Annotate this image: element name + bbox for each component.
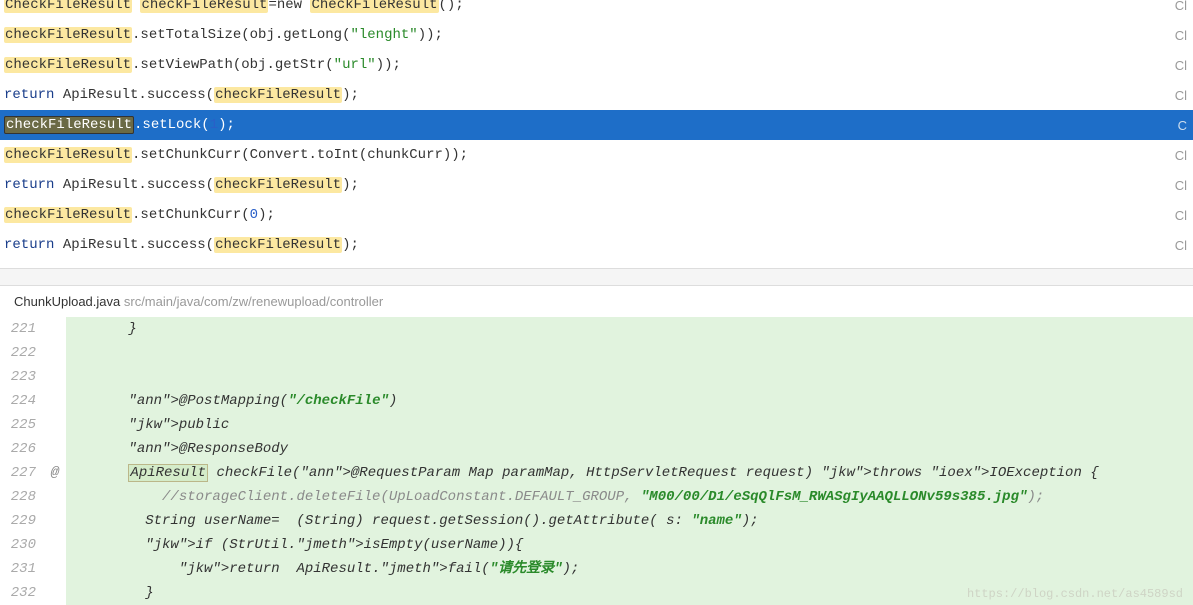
file-path: src/main/java/com/zw/renewupload/control… [124, 294, 383, 309]
code-line[interactable]: String userName= (String) request.getSes… [66, 509, 1193, 533]
line-gutter: 221222223224225226227228229230231232 [0, 317, 44, 605]
file-header[interactable]: ChunkUpload.java src/main/java/com/zw/re… [0, 286, 1193, 317]
code-editor[interactable]: 221222223224225226227228229230231232 @ }… [0, 317, 1193, 605]
usage-row[interactable]: checkFileResult.setChunkCurr(0);Cl [0, 200, 1193, 230]
usage-row[interactable]: return ApiResult.success(checkFileResult… [0, 230, 1193, 260]
usage-tag: Cl [1175, 58, 1187, 73]
code-area[interactable]: } "ann">@PostMapping("/checkFile") "jkw"… [66, 317, 1193, 605]
usages-list: CheckFileResult checkFileResult=new Chec… [0, 0, 1193, 260]
usage-tag: Cl [1175, 148, 1187, 163]
usage-tag: C [1178, 118, 1187, 133]
code-line[interactable]: } [66, 317, 1193, 341]
file-name: ChunkUpload.java [14, 294, 120, 309]
usage-tag: Cl [1175, 88, 1187, 103]
code-line[interactable]: "jkw">return ApiResult."jmeth">fail("请先登… [66, 557, 1193, 581]
code-line[interactable] [66, 365, 1193, 389]
usage-row[interactable]: checkFileResult.setChunkCurr(Convert.toI… [0, 140, 1193, 170]
usage-row[interactable]: return ApiResult.success(checkFileResult… [0, 170, 1193, 200]
usage-tag: Cl [1175, 178, 1187, 193]
code-line[interactable] [66, 341, 1193, 365]
watermark: https://blog.csdn.net/as4589sd [967, 587, 1183, 601]
code-line[interactable]: "ann">@PostMapping("/checkFile") [66, 389, 1193, 413]
usage-row[interactable]: checkFileResult.setLock(1);C [0, 110, 1193, 140]
gutter-marks: @ [44, 317, 66, 605]
code-line[interactable]: //storageClient.deleteFile(UpLoadConstan… [66, 485, 1193, 509]
usage-tag: Cl [1175, 208, 1187, 223]
usage-tag: Cl [1175, 0, 1187, 13]
usage-row[interactable]: checkFileResult.setViewPath(obj.getStr("… [0, 50, 1193, 80]
code-line[interactable]: ApiResult checkFile("ann">@RequestParam … [66, 461, 1193, 485]
usage-tag: Cl [1175, 238, 1187, 253]
code-line[interactable]: "ann">@ResponseBody [66, 437, 1193, 461]
code-line[interactable]: "jkw">if (StrUtil."jmeth">isEmpty(userNa… [66, 533, 1193, 557]
panel-divider [0, 268, 1193, 286]
usage-row[interactable]: CheckFileResult checkFileResult=new Chec… [0, 0, 1193, 20]
usage-row[interactable]: checkFileResult.setTotalSize(obj.getLong… [0, 20, 1193, 50]
code-line[interactable]: "jkw">public [66, 413, 1193, 437]
usage-tag: Cl [1175, 28, 1187, 43]
usage-row[interactable]: return ApiResult.success(checkFileResult… [0, 80, 1193, 110]
